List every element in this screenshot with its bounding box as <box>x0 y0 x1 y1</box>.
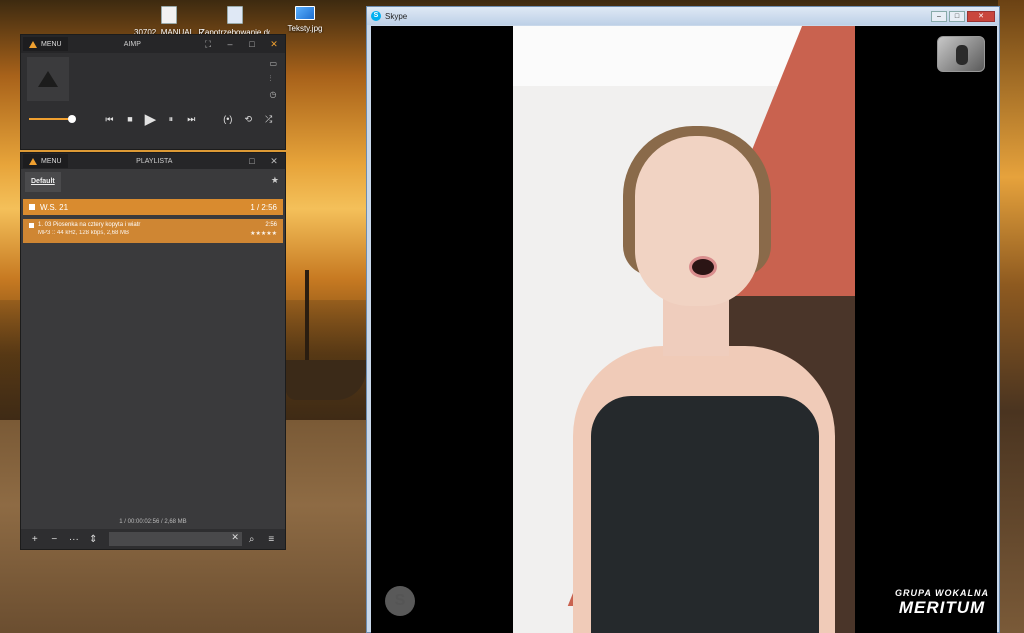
singer-mouth <box>689 256 717 278</box>
sort-button[interactable]: ⇕ <box>84 534 104 545</box>
aimp-transport: ⏮ ■ ▶ ⏸ ⏭ (•) ⟲ ⤮ <box>29 110 279 128</box>
desktop-wallpaper-right <box>998 0 1024 633</box>
skype-title: Skype <box>385 11 408 21</box>
singer-face <box>635 136 759 306</box>
desktop-icon-zapotrzebowanie[interactable]: Zapotrzebowanie do <box>200 6 270 37</box>
track-row[interactable]: 1. 03 Piosenka na cztery kopyta i wiatr … <box>23 219 283 243</box>
track-title: 1. 03 Piosenka na cztery kopyta i wiatr <box>38 222 141 228</box>
playlist-menu-button[interactable]: MENU <box>23 154 68 168</box>
more-button[interactable]: ··· <box>64 534 84 545</box>
skype-restore-button[interactable]: □ <box>949 10 965 22</box>
star-icon[interactable]: ★ <box>271 175 279 186</box>
group-checkbox[interactable] <box>29 204 35 210</box>
playlist-titlebar: MENU PLAYLISTA □ ✕ <box>21 153 285 169</box>
track-duration: 2:56 <box>265 222 277 228</box>
group-name: W.S. 21 <box>40 202 69 212</box>
pause-button[interactable]: ⏸ <box>161 114 181 125</box>
track-checkbox[interactable] <box>29 223 34 228</box>
screen-icon[interactable]: ▭ <box>269 59 277 68</box>
desktop-icon-teksty[interactable]: Teksty.jpg <box>270 6 340 33</box>
aimp-player-window: MENU AIMP ⛶ – □ ✕ ▭ ⫶ ◷ ⏮ ■ ▶ ⏸ ⏭ (•) ⟲ … <box>20 34 286 150</box>
aimp-minimize-button[interactable]: – <box>219 39 241 50</box>
playlist-toolbar: + − ··· ⇕ ✕ ⌕ ≡ <box>21 529 285 549</box>
stop-button[interactable]: ■ <box>120 114 140 124</box>
playlist-summary: 1 / 00:00:02:56 / 2,68 MB <box>119 519 187 525</box>
desktop-icon-manual[interactable]: 30702_MANUAL_P... <box>134 6 204 37</box>
aimp-titlebar: MENU AIMP ⛶ – □ ✕ <box>21 35 285 53</box>
search-icon[interactable]: ⌕ <box>242 534 262 545</box>
shuffle-button[interactable]: ⤮ <box>258 114 278 125</box>
meritum-watermark: GRUPA WOKALNA MERITUM <box>895 588 989 617</box>
desktop-boat <box>286 360 366 400</box>
playlist-restore-button[interactable]: □ <box>241 156 263 167</box>
singer <box>573 126 835 633</box>
playlist-tabs: Default ★ <box>21 169 285 195</box>
doc-file-icon <box>227 6 243 24</box>
desktop-boat-mast <box>305 270 309 365</box>
volume-slider[interactable] <box>29 115 77 123</box>
remove-button[interactable]: − <box>45 534 65 545</box>
singer-top <box>591 396 819 633</box>
clock-icon[interactable]: ◷ <box>269 90 277 99</box>
aimp-menu-button[interactable]: MENU <box>23 37 68 51</box>
track-rating[interactable]: ★★★★★ <box>250 230 277 237</box>
playlist-title: PLAYLISTA <box>136 157 173 165</box>
album-cover <box>27 57 69 101</box>
tab-default[interactable]: Default <box>25 172 61 192</box>
playlist-logo-icon <box>29 157 37 165</box>
clear-search-icon[interactable]: ✕ <box>231 532 239 543</box>
skype-logo-icon: S <box>371 11 381 21</box>
playlist-search-input[interactable]: ✕ <box>109 532 242 546</box>
aimp-cover-logo-icon <box>38 71 58 87</box>
playlist-menu-icon[interactable]: ≡ <box>261 534 281 545</box>
remote-video-feed <box>513 26 855 633</box>
aimp-playlist-window: MENU PLAYLISTA □ ✕ Default ★ W.S. 21 1 /… <box>20 152 286 550</box>
document-icon <box>161 6 177 24</box>
aimp-restore-button[interactable]: □ <box>241 39 263 50</box>
aimp-title: AIMP <box>123 40 141 48</box>
skype-close-button[interactable]: ✕ <box>967 10 995 22</box>
surround-button[interactable]: (•) <box>218 114 238 124</box>
skype-minimize-button[interactable]: – <box>931 10 947 22</box>
group-count: 1 / 2:56 <box>250 202 277 212</box>
skype-titlebar: S Skype – □ ✕ <box>367 7 999 25</box>
image-file-icon <box>295 6 315 20</box>
video-call-area[interactable]: S GRUPA WOKALNA MERITUM <box>371 26 997 633</box>
repeat-button[interactable]: ⟲ <box>238 114 258 125</box>
skype-badge-icon: S <box>385 586 415 616</box>
next-button[interactable]: ⏭ <box>181 114 201 125</box>
playlist-close-button[interactable]: ✕ <box>263 156 285 167</box>
track-info: MP3 :: 44 kHz, 128 kbps, 2,68 MB <box>38 230 130 236</box>
playlist-group[interactable]: W.S. 21 1 / 2:56 <box>23 199 283 215</box>
volume-knob[interactable] <box>68 115 77 123</box>
aimp-logo-icon <box>29 40 37 48</box>
play-button[interactable]: ▶ <box>140 110 160 128</box>
aimp-close-button[interactable]: ✕ <box>263 39 285 50</box>
previous-button[interactable]: ⏮ <box>99 114 119 125</box>
skype-window: S Skype – □ ✕ S GRUPA WOKALNA MERITUM <box>366 6 1000 633</box>
equalizer-icon[interactable]: ⫶ <box>269 74 277 84</box>
add-button[interactable]: + <box>25 534 45 545</box>
self-view-thumbnail[interactable] <box>937 36 985 72</box>
aimp-mini-icon[interactable]: ⛶ <box>197 39 219 50</box>
